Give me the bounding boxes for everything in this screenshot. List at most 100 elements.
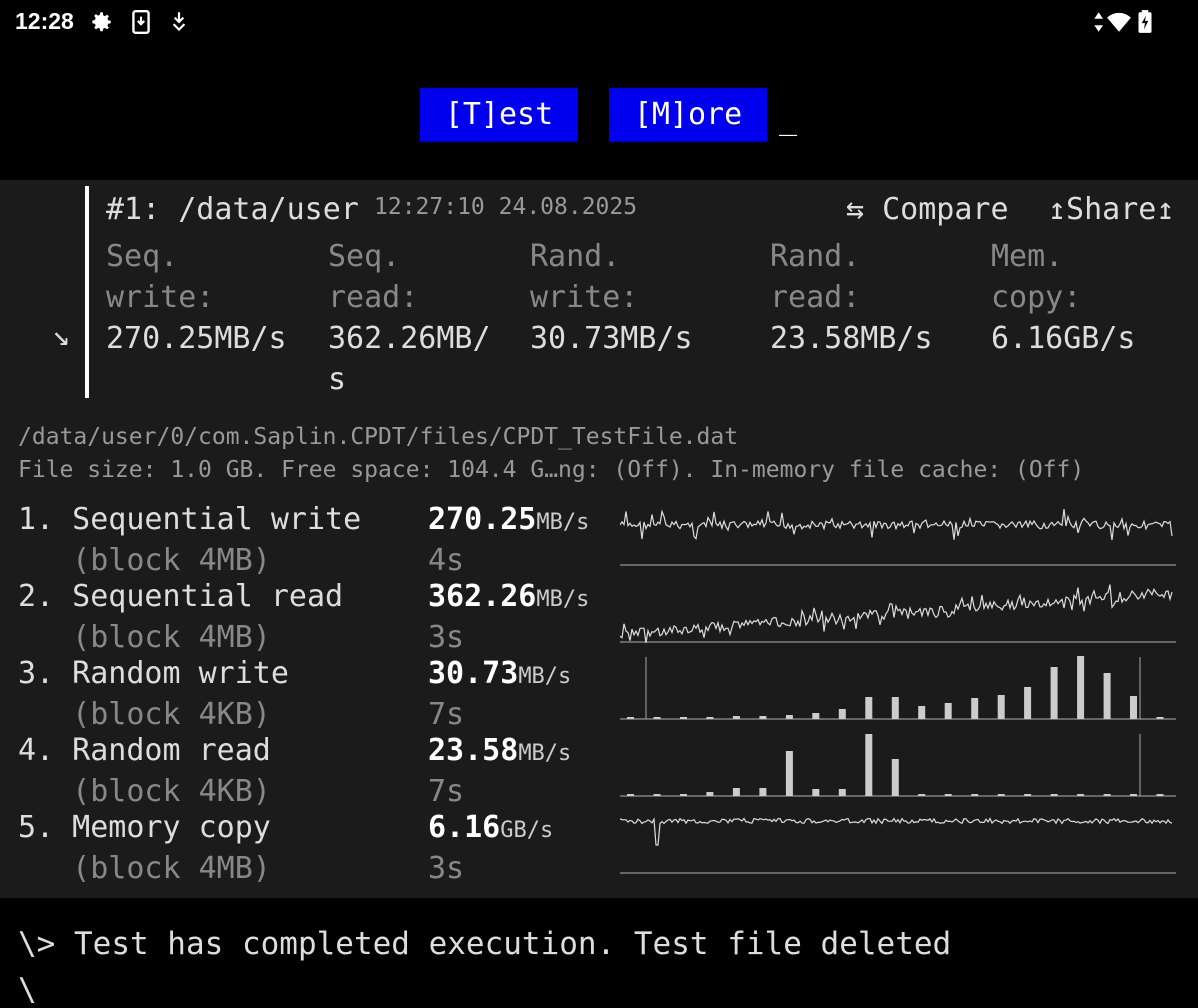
test-name: 5. Memory copy (18, 810, 271, 845)
test-duration: 3s (428, 851, 465, 886)
rand-write-graph (620, 656, 1176, 720)
graph-bar (812, 789, 820, 796)
test-value: 30.73MB/s (428, 656, 572, 691)
result-timestamp: 12:27:10 24.08.2025 (374, 194, 638, 220)
graph-line (620, 817, 1173, 846)
graph-bar (838, 709, 846, 719)
expand-arrow-icon[interactable]: ↘ (52, 318, 70, 353)
graph-bar (865, 734, 873, 796)
console-output: \> Test has completed execution. Test fi… (18, 926, 952, 962)
graph-bar (944, 794, 952, 796)
metric-label: Seq. (328, 239, 401, 274)
test-value: 270.25MB/s (428, 502, 590, 537)
test-name: 2. Sequential read (18, 579, 344, 614)
graph-bar (1024, 794, 1032, 796)
rand-read-graph (620, 734, 1176, 797)
test-block-size: (block 4KB) (18, 697, 271, 732)
file-path: /data/user/0/com.Saplin.CPDT/files/CPDT_… (18, 424, 739, 450)
graph-bar (1156, 794, 1164, 796)
seq-write-graph (620, 509, 1176, 566)
graph-line (620, 509, 1173, 541)
graph-bar (918, 706, 926, 719)
graph-bar (1103, 794, 1111, 796)
metric-value: 30.73MB/s (530, 321, 693, 356)
metric-label: Rand. (770, 239, 861, 274)
metric-label: Rand. (530, 239, 621, 274)
wifi-icon (1107, 12, 1131, 32)
graph-bar (732, 788, 740, 796)
graph-line (620, 584, 1173, 643)
test-value: 23.58MB/s (428, 733, 572, 768)
metric-label: read: (770, 280, 861, 315)
graph-bar (759, 788, 767, 796)
metric-value: 270.25MB/s (106, 321, 287, 356)
test-duration: 3s (428, 620, 465, 655)
metric-label: write: (530, 280, 639, 315)
metric-label: write: (106, 280, 215, 315)
metric-seq-write: Seq. write: 270.25MB/s (106, 236, 287, 359)
test-duration: 7s (428, 697, 465, 732)
graph-bar (971, 794, 979, 796)
compare-button[interactable]: ⇆ Compare (846, 192, 1009, 227)
graph-bar (653, 717, 661, 719)
phone-icon (132, 9, 150, 35)
metric-value: 23.58MB/s (770, 321, 933, 356)
graph-bar (653, 794, 661, 796)
metric-value: 6.16GB/s (991, 321, 1136, 356)
metric-label: copy: (991, 280, 1082, 315)
graph-bar (971, 698, 979, 719)
test-button[interactable]: [T]est (420, 88, 578, 141)
graph-bar (680, 717, 687, 719)
test-block-size: (block 4MB) (18, 620, 271, 655)
result-title: #1: /data/user (106, 192, 359, 227)
test-name: 3. Random write (18, 656, 289, 691)
metric-seq-read: Seq. read: 362.26MB/ s (328, 236, 491, 400)
graph-bar (1156, 717, 1164, 719)
graph-bar (1077, 656, 1085, 719)
test-name: 4. Random read (18, 733, 271, 768)
more-button[interactable]: [M]ore (609, 88, 767, 141)
graph-bar (680, 794, 687, 796)
graph-bar (997, 695, 1005, 719)
graph-bar (706, 717, 714, 719)
metric-label: read: (328, 280, 419, 315)
graph-bar (1130, 794, 1137, 796)
graph-bar (1077, 794, 1085, 796)
test-value: 6.16GB/s (428, 810, 554, 845)
status-time: 12:28 (15, 8, 74, 34)
mem-copy-graph (620, 817, 1176, 874)
download-icon (172, 12, 186, 32)
graph-bar (812, 713, 820, 719)
graph-bar (1103, 673, 1111, 719)
gear-icon (92, 12, 111, 32)
metric-label: Mem. (991, 239, 1064, 274)
share-button[interactable]: ↥Share↥ (1048, 192, 1174, 227)
graph-bar (944, 703, 952, 719)
test-duration: 7s (428, 774, 465, 809)
graph-bar (838, 789, 846, 796)
graph-bar (865, 697, 873, 719)
graph-bar (732, 716, 740, 719)
graph-bar (627, 794, 634, 796)
test-duration: 4s (428, 543, 465, 578)
test-value: 362.26MB/s (428, 579, 590, 614)
graph-bar (1024, 687, 1032, 719)
graph-bar (785, 751, 793, 796)
metric-value: 362.26MB/ (328, 321, 491, 356)
graph-bar (918, 794, 926, 796)
graph-bar (1050, 667, 1058, 719)
console-prompt: \ (18, 972, 37, 1008)
graph-bar (627, 717, 634, 719)
input-cursor: _ (779, 102, 798, 137)
test-block-size: (block 4MB) (18, 543, 271, 578)
test-block-size: (block 4KB) (18, 774, 271, 809)
metric-rand-read: Rand. read: 23.58MB/s (770, 236, 933, 359)
graph-bar (759, 716, 767, 719)
metric-value-wrap: s (328, 362, 347, 397)
test-name: 1. Sequential write (18, 502, 362, 537)
battery-icon (1138, 10, 1152, 33)
graph-bar (997, 794, 1005, 796)
result-accent-bar (85, 186, 89, 398)
metric-rand-write: Rand. write: 30.73MB/s (530, 236, 693, 359)
metric-mem-copy: Mem. copy: 6.16GB/s (991, 236, 1136, 359)
